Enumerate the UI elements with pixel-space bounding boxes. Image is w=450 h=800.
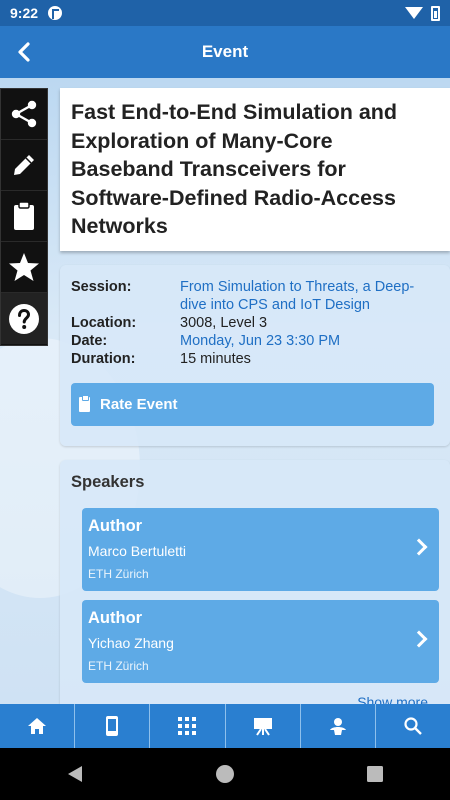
nav-presentation[interactable] <box>226 704 301 748</box>
session-link[interactable]: From Simulation to Threats, a Deep-dive … <box>180 278 440 314</box>
clipboard-icon <box>79 395 90 412</box>
star-icon <box>9 253 39 281</box>
help-icon <box>9 303 39 334</box>
session-label: Session: <box>71 279 132 295</box>
help-button[interactable] <box>1 293 47 344</box>
favorite-button[interactable] <box>1 242 47 293</box>
back-button[interactable] <box>0 26 48 78</box>
system-home-button[interactable] <box>195 748 255 800</box>
date-label: Date: <box>71 333 108 349</box>
bottom-nav <box>0 704 450 748</box>
speaker-item[interactable]: Author Yichao Zhang ETH Zürich <box>82 600 439 683</box>
status-icons <box>405 5 440 21</box>
chevron-right-icon <box>410 538 428 556</box>
notes-button[interactable] <box>1 191 47 242</box>
circle-home-icon <box>216 765 234 783</box>
home-icon <box>28 718 47 734</box>
duration-label: Duration: <box>71 351 136 367</box>
search-icon <box>404 717 422 735</box>
system-back-button[interactable] <box>45 748 105 800</box>
nav-people[interactable] <box>301 704 376 748</box>
location-value: 3008, Level 3 <box>180 315 268 331</box>
system-recents-button[interactable] <box>345 748 405 800</box>
speaker-name: Yichao Zhang <box>88 635 174 651</box>
side-action-menu <box>0 88 48 346</box>
speaker-role: Author <box>88 609 143 627</box>
page-title: Event <box>201 42 249 61</box>
phone-icon <box>106 716 119 736</box>
event-details-card: Session: From Simulation to Threats, a D… <box>60 265 450 446</box>
easel-icon <box>253 718 272 736</box>
status-bar: 9:22 <box>0 0 450 26</box>
system-nav-bar <box>0 748 450 800</box>
rate-event-label: Rate Event <box>100 396 178 413</box>
event-title: Fast End-to-End Simulation and Explorati… <box>71 100 398 239</box>
share-button[interactable] <box>1 89 47 140</box>
nav-search[interactable] <box>376 704 450 748</box>
speaker-role: Author <box>88 517 143 535</box>
duration-value: 15 minutes <box>180 351 251 367</box>
event-title-card: Fast End-to-End Simulation and Explorati… <box>60 88 450 251</box>
speaker-name: Marco Bertuletti <box>88 543 187 559</box>
chevron-left-icon <box>18 42 30 62</box>
location-label: Location: <box>71 315 137 331</box>
date-link[interactable]: Monday, Jun 23 3:30 PM <box>180 332 440 350</box>
person-icon <box>329 718 346 735</box>
nav-home[interactable] <box>0 704 76 748</box>
nav-device[interactable] <box>75 704 151 748</box>
wifi-icon <box>405 7 423 19</box>
speaker-org: ETH Zürich <box>88 659 149 673</box>
share-icon <box>11 100 37 128</box>
pencil-icon <box>14 155 34 175</box>
app-notification-icon <box>48 6 63 20</box>
grid-icon <box>178 717 197 735</box>
nav-apps[interactable] <box>150 704 226 748</box>
app-bar: Event <box>0 26 450 78</box>
rate-event-button[interactable]: Rate Event <box>71 383 434 426</box>
speaker-item[interactable]: Author Marco Bertuletti ETH Zürich <box>82 508 439 591</box>
status-time: 9:22 <box>10 5 39 21</box>
triangle-back-icon <box>68 766 82 782</box>
edit-button[interactable] <box>1 140 47 191</box>
speakers-card: Speakers Author Marco Bertuletti ETH Zür… <box>60 460 450 720</box>
battery-icon <box>431 5 440 21</box>
clipboard-icon <box>14 201 34 230</box>
chevron-right-icon <box>410 630 428 648</box>
speaker-org: ETH Zürich <box>88 567 149 581</box>
square-recents-icon <box>367 766 383 782</box>
speakers-heading: Speakers <box>71 473 145 491</box>
